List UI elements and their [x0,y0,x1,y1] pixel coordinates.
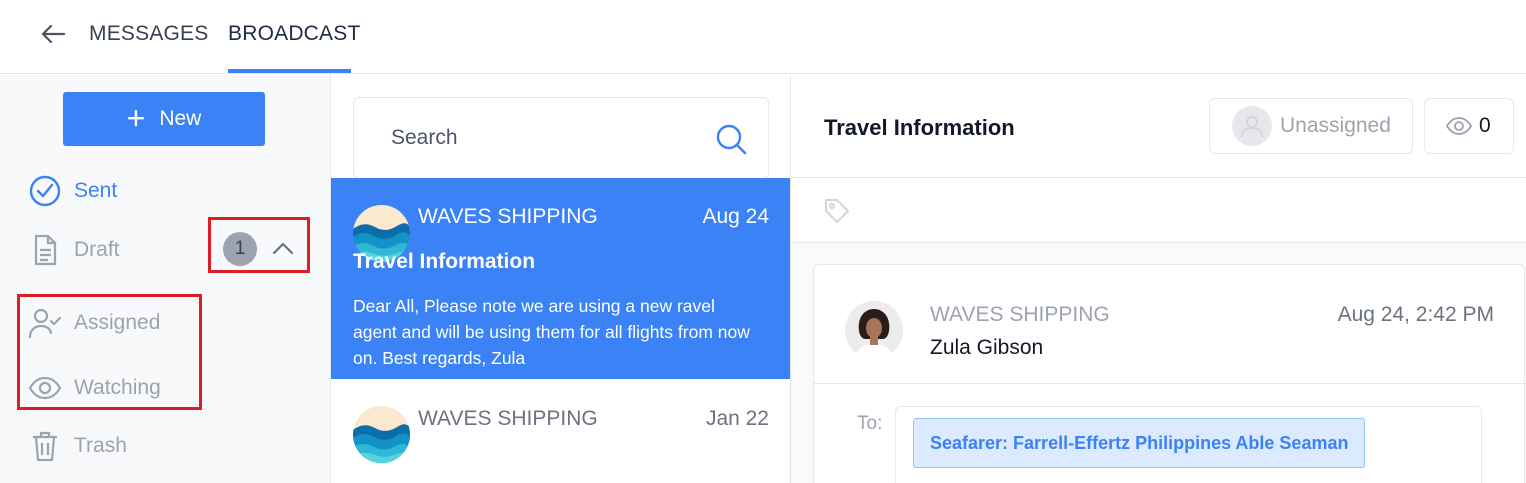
message-sender-name: Zula Gibson [930,336,1044,359]
message-subject: Travel Information [353,250,536,273]
folder-sidebar: + New Sent Draft 1 Assigned Watching Tra… [0,75,331,483]
avatar [845,301,903,359]
tab-messages[interactable]: MESSAGES [89,22,208,46]
message-card: WAVES SHIPPING Zula Gibson Aug 24, 2:42 … [813,264,1526,483]
message-datetime: Aug 24, 2:42 PM [1337,303,1494,326]
watchers-button[interactable]: 0 [1424,98,1514,154]
message-sender: WAVES SHIPPING [418,205,598,228]
search-box [353,97,769,179]
new-button-label: New [159,107,202,130]
message-card-header: WAVES SHIPPING Zula Gibson Aug 24, 2:42 … [814,265,1526,384]
plus-icon: + [126,99,146,136]
check-circle-icon [29,175,61,207]
message-date: Aug 24 [702,205,769,228]
sidebar-item-label: Trash [74,434,127,457]
sidebar-item-draft[interactable]: Draft [28,233,120,267]
tag-row [791,178,1526,243]
message-company: WAVES SHIPPING [930,303,1110,326]
search-input[interactable] [391,122,691,154]
list-item[interactable]: WAVES SHIPPING Jan 22 [331,379,790,483]
detail-title: Travel Information [824,115,1015,140]
message-detail-panel: Travel Information Unassigned 0 WAVES SH… [791,75,1526,483]
trash-icon [33,431,57,462]
user-icon [1232,106,1272,146]
sidebar-item-label: Sent [74,179,118,202]
message-date: Jan 22 [705,407,769,430]
message-sender: WAVES SHIPPING [418,407,598,430]
highlight-box-draft-controls [208,217,310,273]
recipients-field: Seafarer: Farrell-Effertz Philippines Ab… [895,406,1482,483]
to-label: To: [857,413,883,434]
search-icon[interactable] [714,122,748,156]
list-item[interactable]: WAVES SHIPPING Aug 24 Travel Information… [331,178,790,379]
detail-header: Travel Information Unassigned 0 [791,75,1526,178]
watchers-count: 0 [1479,114,1491,137]
recipient-chip[interactable]: Seafarer: Farrell-Effertz Philippines Ab… [913,418,1366,468]
top-bar: MESSAGES BROADCAST [0,0,1526,74]
document-icon [34,234,57,266]
assign-button[interactable]: Unassigned [1209,98,1413,154]
tag-icon[interactable] [823,197,851,225]
sidebar-item-label: Draft [74,238,120,261]
assignee-label: Unassigned [1280,114,1391,137]
eye-icon [1445,117,1473,135]
back-button[interactable] [38,20,68,48]
message-list-panel: WAVES SHIPPING Aug 24 Travel Information… [331,75,791,483]
company-logo [353,406,410,463]
arrow-left-icon [41,24,66,44]
active-tab-indicator [228,69,351,73]
sidebar-item-trash[interactable]: Trash [28,429,127,463]
new-broadcast-button[interactable]: + New [63,92,265,146]
sidebar-item-sent[interactable]: Sent [28,174,117,208]
message-preview: Dear All, Please note we are using a new… [353,296,750,368]
tab-broadcast[interactable]: BROADCAST [228,22,361,46]
highlight-box-assigned-watching [17,294,202,410]
